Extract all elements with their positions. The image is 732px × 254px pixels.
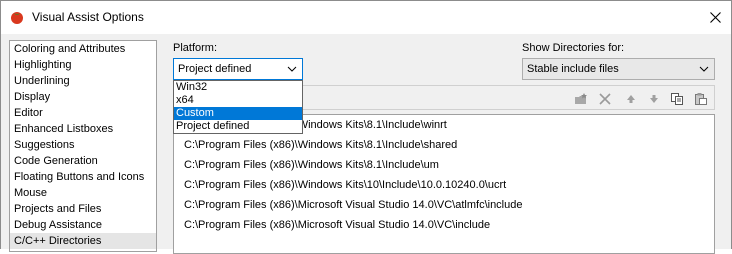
move-up-icon[interactable] [624,92,638,106]
window-title: Visual Assist Options [32,10,144,24]
platform-option[interactable]: Project defined [174,120,302,133]
title-bar[interactable]: Visual Assist Options [1,1,731,34]
platform-combobox[interactable]: Project defined [173,58,303,80]
chevron-down-icon [699,66,709,72]
options-category-list[interactable]: Coloring and Attributes Highlighting Under… [9,40,157,252]
sidebar-item[interactable]: Coloring and Attributes [10,41,156,57]
sidebar-item[interactable]: Underlining [10,73,156,89]
platform-dropdown-list[interactable]: Win32 x64 Custom Project defined [173,80,303,134]
sidebar-item[interactable]: Debug Assistance [10,217,156,233]
platform-value: Project defined [178,63,252,75]
sidebar-item[interactable]: Highlighting [10,57,156,73]
new-folder-icon[interactable] [574,92,588,106]
dialog-body: Coloring and Attributes Highlighting Under… [1,34,731,254]
sidebar-item[interactable]: Display [10,89,156,105]
sidebar-item[interactable]: Suggestions [10,137,156,153]
show-directories-label: Show Directories for: [522,42,625,54]
chevron-down-icon [287,66,297,72]
sidebar-item[interactable]: Editor [10,105,156,121]
directory-row[interactable]: C:\Program Files (x86)\Windows Kits\8.1\… [184,136,457,154]
sidebar-item[interactable]: Enhanced Listboxes [10,121,156,137]
tomato-icon [11,12,23,24]
platform-option[interactable]: Custom [174,107,302,120]
delete-icon[interactable] [598,92,612,106]
platform-option[interactable]: Win32 [174,81,302,94]
directory-row[interactable]: C:\Program Files (x86)\Windows Kits\8.1\… [184,156,439,174]
sidebar-item[interactable]: Projects and Files [10,201,156,217]
sidebar-item[interactable]: C/C++ Directories [10,233,156,249]
show-directories-value: Stable include files [527,63,619,75]
platform-option[interactable]: x64 [174,94,302,107]
close-icon [709,11,721,23]
show-directories-combobox[interactable]: Stable include files [522,58,715,80]
sidebar-item[interactable]: Code Generation [10,153,156,169]
directory-row[interactable]: C:\Program Files (x86)\Microsoft Visual … [184,216,490,234]
sidebar-item[interactable]: Floating Buttons and Icons [10,169,156,185]
paste-icon[interactable] [694,92,708,106]
close-button[interactable] [701,5,729,29]
platform-label: Platform: [173,42,218,54]
copy-icon[interactable] [670,92,684,106]
move-down-icon[interactable] [647,92,661,106]
directory-list[interactable]: C:\Program Files (x86)\Windows Kits\8.1\… [173,114,715,254]
directory-row[interactable]: C:\Program Files (x86)\Microsoft Visual … [184,196,522,214]
sidebar-item[interactable]: Mouse [10,185,156,201]
options-window: Visual Assist Options Coloring and Attri… [0,0,732,254]
directory-row[interactable]: C:\Program Files (x86)\Windows Kits\10\I… [184,176,506,194]
